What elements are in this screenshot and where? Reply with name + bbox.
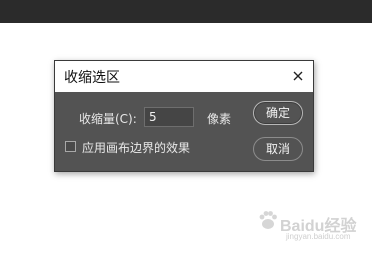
unit-label: 像素 [207,112,232,126]
dialog-title: 收缩选区 [64,70,120,86]
top-dark-bar [0,0,372,23]
close-icon[interactable] [289,67,307,85]
apply-canvas-bounds-checkbox[interactable] [65,141,76,152]
paw-logo-icon [256,208,280,232]
dialog-titlebar: 收缩选区 [55,61,313,92]
ok-button[interactable]: 确定 [253,101,303,125]
apply-canvas-bounds-label: 应用画布边界的效果 [82,141,191,155]
contract-amount-label: 收缩量(C): [79,112,137,126]
contract-amount-input[interactable] [144,107,194,127]
dialog-body: 收缩量(C): 像素 确定 取消 应用画布边界的效果 [55,92,313,171]
contract-selection-dialog: 收缩选区 收缩量(C): 像素 确定 取消 应用画布边界的效果 [54,60,314,172]
baidu-jingyan-watermark: Baidu经验 jingyan.baidu.com [256,208,356,242]
cancel-button[interactable]: 取消 [253,137,303,161]
watermark-url: jingyan.baidu.com [286,232,351,241]
